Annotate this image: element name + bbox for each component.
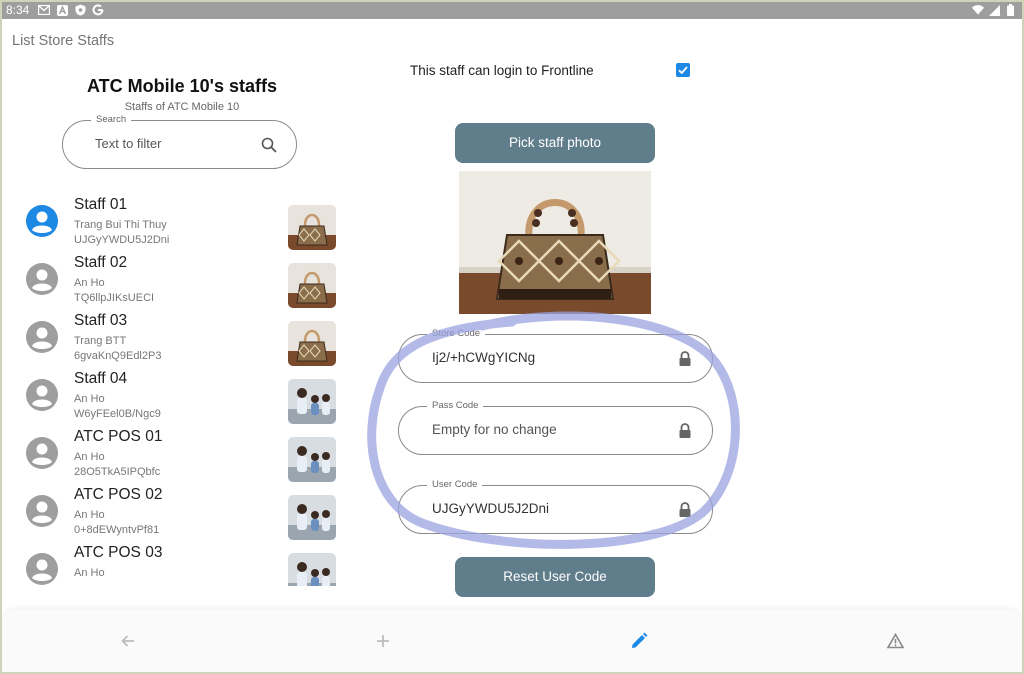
staff-person: An Ho — [74, 277, 105, 289]
status-time: 8:34 — [6, 3, 30, 17]
search-input[interactable] — [95, 136, 245, 151]
staff-code: 28O5TkA5IPQbfc — [74, 466, 161, 478]
pick-photo-button[interactable]: Pick staff photo — [455, 123, 655, 163]
user-code-field: User Code — [398, 479, 713, 534]
store-code-field: Store Code — [398, 328, 713, 383]
staff-person: An Ho — [74, 509, 105, 521]
staff-thumbnail — [288, 553, 336, 586]
avatar-icon — [25, 552, 59, 586]
pass-code-legend: Pass Code — [427, 400, 484, 411]
login-label: This staff can login to Frontline — [410, 63, 594, 78]
staff-name: Staff 01 — [74, 196, 128, 213]
staff-thumbnail — [288, 205, 336, 250]
store-code-legend: Store Code — [427, 328, 486, 339]
avatar-icon — [25, 262, 59, 296]
staff-name: Staff 02 — [74, 254, 128, 271]
warning-icon[interactable] — [883, 629, 907, 653]
device-frame: 8:34 List Store Staffs ATC Mobile 10's s… — [0, 0, 1024, 674]
store-title: ATC Mobile 10's staffs — [87, 76, 277, 96]
staff-list-item[interactable]: ATC POS 02 An Ho 0+8dEWyntvPf81 — [2, 482, 347, 540]
staff-thumbnail — [288, 437, 336, 482]
pencil-icon[interactable] — [627, 629, 651, 653]
back-arrow-icon[interactable] — [116, 629, 140, 653]
google-icon — [92, 4, 104, 16]
staff-list-item[interactable]: Staff 01 Trang Bui Thi Thuy UJGyYWDU5J2Dni — [2, 192, 347, 250]
lock-icon — [678, 423, 692, 439]
avatar-icon — [25, 204, 59, 238]
staff-person: An Ho — [74, 567, 105, 579]
staff-list-item[interactable]: Staff 02 An Ho TQ6llpJIKsUECI — [2, 250, 347, 308]
search-legend: Search — [91, 114, 132, 125]
search-icon[interactable] — [260, 136, 278, 154]
search-box: Search — [62, 114, 297, 169]
plus-icon[interactable] — [371, 629, 395, 653]
staff-code: 6gvaKnQ9Edl2P3 — [74, 350, 162, 362]
bottom-nav — [2, 610, 1022, 672]
pass-code-input[interactable] — [432, 422, 662, 437]
staff-list-item[interactable]: Staff 03 Trang BTT 6gvaKnQ9Edl2P3 — [2, 308, 347, 366]
staff-list-item[interactable]: Staff 04 An Ho W6yFEel0B/Ngc9 — [2, 366, 347, 424]
avatar-icon — [25, 436, 59, 470]
reset-user-code-button[interactable]: Reset User Code — [455, 557, 655, 597]
staff-code: 0+8dEWyntvPf81 — [74, 524, 160, 536]
app-title: List Store Staffs — [12, 33, 115, 49]
signal-icon — [988, 4, 1000, 16]
staff-person: Trang Bui Thi Thuy — [74, 219, 167, 231]
store-subtitle: Staffs of ATC Mobile 10 — [124, 101, 240, 113]
staff-list[interactable]: Staff 01 Trang Bui Thi Thuy UJGyYWDU5J2Dni… — [2, 192, 347, 586]
staff-thumbnail — [288, 321, 336, 366]
staff-person: An Ho — [74, 393, 105, 405]
staff-thumbnail — [288, 379, 336, 424]
user-code-legend: User Code — [427, 479, 483, 490]
staff-photo — [459, 171, 651, 314]
staff-name: Staff 03 — [74, 312, 128, 329]
gmail-icon — [38, 4, 50, 16]
staff-name: ATC POS 03 — [74, 544, 163, 561]
login-checkbox[interactable] — [676, 63, 690, 77]
staff-thumbnail — [288, 263, 336, 308]
staff-code: UJGyYWDU5J2Dni — [74, 234, 170, 246]
screen: 8:34 List Store Staffs ATC Mobile 10's s… — [2, 2, 1022, 672]
staff-code: W6yFEel0B/Ngc9 — [74, 408, 161, 420]
avatar-icon — [25, 378, 59, 412]
wifi-icon — [972, 4, 984, 16]
status-bar: 8:34 — [2, 2, 1022, 19]
pass-code-field: Pass Code — [398, 400, 713, 455]
staff-person: Trang BTT — [74, 335, 127, 347]
staff-list-item[interactable]: ATC POS 01 An Ho 28O5TkA5IPQbfc — [2, 424, 347, 482]
staff-list-item[interactable]: ATC POS 03 An Ho — [2, 540, 347, 586]
lock-icon — [678, 502, 692, 518]
staff-code: TQ6llpJIKsUECI — [74, 292, 155, 304]
lock-icon — [678, 351, 692, 367]
a-icon — [56, 4, 68, 16]
staff-thumbnail — [288, 495, 336, 540]
staff-name: Staff 04 — [74, 370, 128, 387]
avatar-icon — [25, 494, 59, 528]
battery-icon — [1004, 4, 1016, 16]
shield-icon — [74, 4, 86, 16]
staff-person: An Ho — [74, 451, 105, 463]
staff-name: ATC POS 02 — [74, 486, 163, 503]
user-code-input[interactable] — [432, 501, 662, 516]
store-code-input[interactable] — [432, 350, 662, 365]
avatar-icon — [25, 320, 59, 354]
staff-name: ATC POS 01 — [74, 428, 163, 445]
